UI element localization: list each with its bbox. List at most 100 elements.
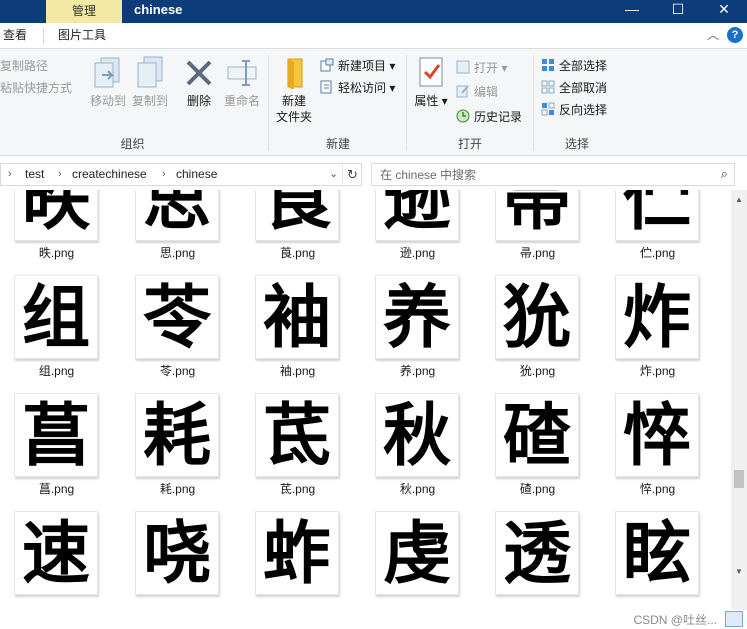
- open-button[interactable]: 打开 ▾: [456, 58, 507, 78]
- copy-path-button[interactable]: 复制路径: [0, 56, 48, 76]
- file-item[interactable]: 碴碴.png: [481, 393, 601, 512]
- tab-manage[interactable]: 管理: [46, 0, 122, 23]
- address-bar[interactable]: › test › createchinese › chinese ⌄ ↻: [0, 163, 362, 186]
- file-thumbnail: 狁: [495, 275, 579, 359]
- minimize-button[interactable]: —: [609, 0, 655, 23]
- scroll-down-icon[interactable]: ▼: [731, 564, 747, 580]
- file-thumbnail: 秋: [375, 393, 459, 477]
- chevron-right-icon[interactable]: ›: [58, 164, 62, 185]
- thumbnail-glyph: 菖: [21, 396, 90, 476]
- file-item[interactable]: 悴悴.png: [601, 393, 721, 512]
- large-icons-view-icon[interactable]: [725, 611, 743, 627]
- file-item[interactable]: 菖菖.png: [0, 393, 120, 512]
- file-thumbnail: 养: [375, 275, 459, 359]
- tab-view[interactable]: 查看: [3, 23, 27, 48]
- select-none-icon: [541, 80, 555, 94]
- delete-button[interactable]: 删除: [180, 55, 218, 109]
- search-input[interactable]: [380, 166, 700, 183]
- magnifier-icon[interactable]: ⌕: [721, 166, 728, 182]
- file-item[interactable]: 袖袖.png: [241, 275, 361, 394]
- search-box[interactable]: ⌕: [371, 163, 735, 186]
- group-open-label: 打开: [457, 137, 482, 151]
- history-button[interactable]: 历史记录: [456, 107, 522, 127]
- status-bar: CSDN @吐丝...: [0, 610, 747, 629]
- help-icon[interactable]: ?: [727, 27, 743, 43]
- select-none-label: 全部取消: [559, 81, 608, 95]
- select-none-button[interactable]: 全部取消: [541, 78, 607, 98]
- move-to-button[interactable]: 移动到: [86, 55, 130, 109]
- new-folder-button[interactable]: 新建 文件夹: [272, 55, 316, 125]
- move-to-icon: [94, 57, 120, 88]
- delete-label: 删除: [186, 94, 211, 108]
- file-item[interactable]: 帚帚.png: [481, 190, 601, 276]
- file-thumbnail: 悴: [615, 393, 699, 477]
- thumbnail-glyph: 伫: [622, 190, 691, 240]
- thumbnail-glyph: 思: [142, 190, 211, 240]
- rename-button[interactable]: 重命名: [220, 55, 264, 109]
- file-item[interactable]: 伫伫.png: [601, 190, 721, 276]
- breadcrumb-test[interactable]: test: [25, 164, 44, 185]
- file-name: 逊.png: [399, 246, 436, 260]
- file-item[interactable]: 透: [481, 511, 601, 610]
- file-item[interactable]: 速: [0, 511, 120, 610]
- vertical-scrollbar[interactable]: ▲ ▼: [731, 190, 747, 610]
- new-item-button[interactable]: 新建项目 ▾: [320, 56, 395, 76]
- easy-access-button[interactable]: 轻松访问 ▾: [320, 78, 395, 98]
- file-item[interactable]: 昳昳.png: [0, 190, 120, 276]
- thumbnail-glyph: 蚱: [262, 514, 331, 594]
- file-name: 狁.png: [519, 364, 556, 378]
- properties-button[interactable]: 属性 ▾: [414, 55, 448, 109]
- edit-icon: [456, 85, 469, 98]
- file-item[interactable]: 狁狁.png: [481, 275, 601, 394]
- maximize-button[interactable]: ☐: [655, 0, 701, 23]
- file-item[interactable]: 耗耗.png: [121, 393, 241, 512]
- file-item[interactable]: 眩: [601, 511, 721, 610]
- paste-shortcut-button[interactable]: 粘贴快捷方式: [0, 78, 72, 98]
- copy-to-button[interactable]: 复制到: [128, 55, 172, 109]
- refresh-icon[interactable]: ↻: [342, 165, 362, 184]
- tab-picture-tools[interactable]: 图片工具: [58, 23, 106, 48]
- group-select: 全部选择 全部取消 反向选择 选择: [535, 49, 619, 155]
- invert-selection-button[interactable]: 反向选择: [541, 100, 607, 120]
- new-item-icon: [320, 58, 334, 72]
- file-name: 伫.png: [639, 246, 676, 260]
- file-thumbnail: 莨: [255, 190, 339, 241]
- file-name: 炸.png: [639, 364, 676, 378]
- file-item[interactable]: 茋茋.png: [241, 393, 361, 512]
- thumbnail-glyph: 组: [21, 278, 90, 358]
- file-thumbnail: 茋: [255, 393, 339, 477]
- file-item[interactable]: 秋秋.png: [361, 393, 481, 512]
- file-item[interactable]: 逊逊.png: [361, 190, 481, 276]
- thumbnail-glyph: 袖: [262, 278, 331, 358]
- chevron-down-icon[interactable]: ⌄: [329, 164, 338, 185]
- watermark-text: CSDN @吐丝...: [633, 613, 717, 627]
- file-item[interactable]: 哓: [121, 511, 241, 610]
- file-item[interactable]: 莨莨.png: [241, 190, 361, 276]
- select-all-button[interactable]: 全部选择: [541, 56, 607, 76]
- file-item[interactable]: 苓苓.png: [121, 275, 241, 394]
- collapse-ribbon-icon[interactable]: ︿: [707, 26, 719, 43]
- breadcrumb-createchinese[interactable]: createchinese: [72, 164, 147, 185]
- file-item[interactable]: 养养.png: [361, 275, 481, 394]
- file-item[interactable]: 炸炸.png: [601, 275, 721, 394]
- file-item[interactable]: 组组.png: [0, 275, 120, 394]
- thumbnail-glyph: 莨: [262, 190, 331, 240]
- breadcrumb-chinese[interactable]: chinese: [176, 164, 217, 185]
- file-item[interactable]: 思思.png: [121, 190, 241, 276]
- ribbon-separator: [268, 55, 269, 151]
- file-item[interactable]: 虔: [361, 511, 481, 610]
- scroll-up-icon[interactable]: ▲: [731, 192, 747, 208]
- chevron-right-icon[interactable]: ›: [162, 164, 166, 185]
- close-button[interactable]: ✕: [701, 0, 747, 23]
- file-thumbnail: 昳: [14, 190, 98, 241]
- edit-button[interactable]: 编辑: [456, 82, 498, 102]
- new-folder-label-1: 新建: [281, 94, 306, 108]
- file-thumbnail: 苓: [135, 275, 219, 359]
- file-thumbnail: 碴: [495, 393, 579, 477]
- scroll-thumb[interactable]: [734, 470, 744, 488]
- ribbon-separator: [533, 55, 534, 151]
- file-thumbnail: 眩: [615, 511, 699, 595]
- file-thumbnail: 伫: [615, 190, 699, 241]
- file-name: 苓.png: [159, 364, 196, 378]
- file-item[interactable]: 蚱: [241, 511, 361, 610]
